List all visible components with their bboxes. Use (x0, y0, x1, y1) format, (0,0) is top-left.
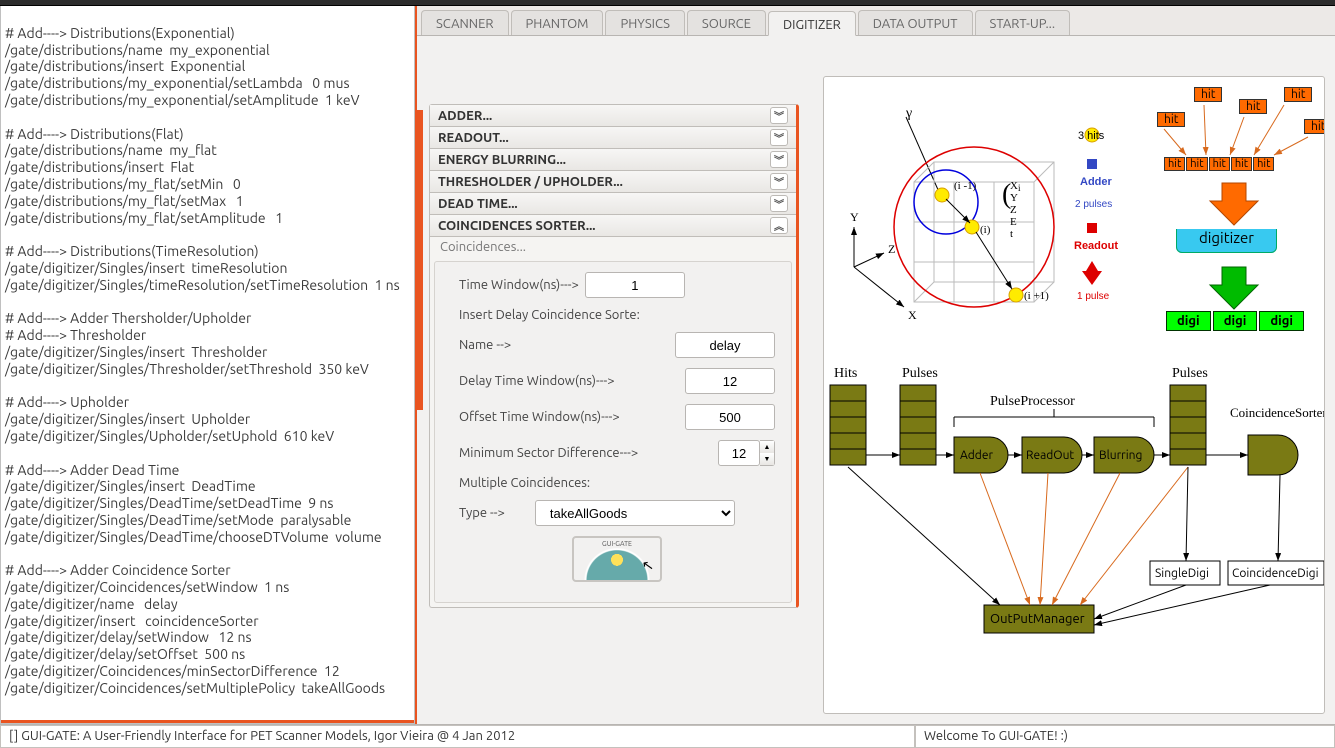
coincidences-panel: Time Window(ns)---> Insert Delay Coincid… (434, 261, 792, 603)
chevron-down-icon: ︾ (770, 151, 788, 168)
accordion-header[interactable]: DEAD TIME... ︾ (430, 193, 796, 215)
svg-text:PulseProcessor: PulseProcessor (990, 394, 1075, 409)
status-bar: [] GUI-GATE: A User-Friendly Interface f… (0, 724, 1335, 748)
hit-box: hit (1157, 112, 1185, 127)
svg-text:Readout: Readout (1074, 240, 1118, 252)
main-tabs: SCANNERPHANTOMPHYSICSSOURCEDIGITIZERDATA… (417, 6, 1335, 36)
hit-box: hit (1209, 157, 1230, 171)
hit-box: hit (1164, 157, 1185, 171)
insert-delay-label: Insert Delay Coincidence Sorte: (459, 308, 640, 322)
time-window-label: Time Window(ns)---> (459, 278, 579, 292)
chevron-down-icon: ︾ (770, 107, 788, 124)
offset-window-label: Offset Time Window(ns)---> (459, 410, 620, 424)
hit-box: hit (1284, 87, 1312, 102)
time-window-input[interactable] (585, 272, 685, 298)
hit-box: hit (1239, 99, 1267, 114)
svg-text:i: i (1018, 183, 1021, 193)
code-text: # Add----> Distributions(Exponential) /g… (5, 25, 400, 696)
svg-text:Adder: Adder (1080, 176, 1113, 188)
svg-text:1 pulse: 1 pulse (1077, 291, 1110, 302)
digitizer-box: digitizer (1176, 229, 1277, 253)
gamma-label: γ (905, 106, 912, 121)
accordion-label: ENERGY BLURRING... (438, 153, 566, 167)
svg-text:t: t (1010, 228, 1013, 240)
accordion-header[interactable]: ENERGY BLURRING... ︾ (430, 149, 796, 171)
status-left: [] GUI-GATE: A User-Friendly Interface f… (0, 725, 915, 748)
accordion-label: ADDER... (438, 109, 492, 123)
svg-text:OutPutManager: OutPutManager (990, 612, 1085, 626)
svg-text:(i -1): (i -1) (954, 180, 977, 192)
offset-window-input[interactable] (685, 404, 775, 430)
digi-box: digi (1213, 311, 1258, 331)
chevron-down-icon: ︾ (770, 195, 788, 212)
type-select[interactable]: takeAllGoods (535, 500, 735, 526)
accordion-label: DEAD TIME... (438, 197, 518, 211)
name-input[interactable] (675, 332, 775, 358)
digitizer-accordion: ADDER...︾READOUT...︾ENERGY BLURRING...︾T… (429, 104, 799, 608)
svg-text:X: X (1010, 180, 1018, 192)
name-label: Name --> (459, 338, 511, 352)
svg-text:X: X (908, 308, 917, 322)
tab-phantom[interactable]: PHANTOM (511, 10, 604, 35)
hit-box: hit (1231, 157, 1252, 171)
type-label: Type --> (459, 506, 505, 520)
svg-text:Pulses: Pulses (902, 366, 938, 381)
svg-text:SingleDigi: SingleDigi (1155, 567, 1209, 580)
tab-source[interactable]: SOURCE (687, 10, 766, 35)
macro-code-panel[interactable]: # Add----> Distributions(Exponential) /g… (0, 6, 415, 724)
svg-text:CoincidenceSorter: CoincidenceSorter (1230, 405, 1324, 420)
accordion-label: THRESHOLDER / UPHOLDER... (438, 175, 623, 189)
svg-text:Z: Z (1010, 204, 1017, 216)
svg-text:(i +1): (i +1) (1024, 290, 1049, 302)
hit-box: hit (1186, 157, 1207, 171)
svg-text:Hits: Hits (834, 366, 857, 381)
svg-text:Z: Z (888, 242, 895, 256)
tab-start-up-[interactable]: START-UP... (975, 10, 1071, 35)
min-sector-label: Minimum Sector Difference---> (459, 446, 638, 460)
digi-box: digi (1259, 311, 1304, 331)
tab-digitizer[interactable]: DIGITIZER (768, 11, 856, 36)
cursor-icon: ↖ (641, 556, 656, 575)
chevron-down-icon: ︾ (770, 129, 788, 146)
svg-text:Adder: Adder (960, 449, 993, 462)
run-gui-gate-button[interactable]: ↖ (572, 536, 662, 582)
svg-text:2 pulses: 2 pulses (1075, 199, 1112, 210)
svg-text:Pulses: Pulses (1172, 366, 1208, 381)
delay-window-input[interactable] (685, 368, 775, 394)
hit-box: hit (1304, 119, 1324, 134)
accordion-header[interactable]: ADDER... ︾ (430, 105, 796, 127)
svg-text:CoincidenceDigi: CoincidenceDigi (1232, 567, 1319, 580)
svg-text:E: E (1010, 216, 1017, 228)
delay-window-label: Delay Time Window(ns)---> (459, 374, 615, 388)
min-sector-input[interactable] (718, 440, 760, 466)
digitizer-diagram: γ (823, 76, 1325, 714)
accordion-label: READOUT... (438, 131, 509, 145)
min-sector-up[interactable]: ▲ (760, 441, 774, 453)
chevron-up-icon: ︽ (770, 217, 788, 234)
svg-text:Y: Y (850, 210, 859, 224)
status-right: Welcome To GUI-GATE! :) (915, 725, 1335, 748)
accordion-label: COINCIDENCES SORTER... (438, 219, 596, 233)
multiple-label: Multiple Coincidences: (459, 476, 590, 490)
accordion-header[interactable]: COINCIDENCES SORTER... ︽ (430, 215, 796, 237)
min-sector-down[interactable]: ▼ (760, 453, 774, 465)
digi-box: digi (1166, 311, 1211, 331)
svg-text:Blurring: Blurring (1099, 449, 1142, 462)
svg-text:Y: Y (1010, 192, 1018, 204)
chevron-down-icon: ︾ (770, 173, 788, 190)
tab-scanner[interactable]: SCANNER (421, 10, 509, 35)
svg-text:3 hits: 3 hits (1078, 130, 1105, 142)
hit-box: hit (1194, 87, 1222, 102)
tab-physics[interactable]: PHYSICS (605, 10, 684, 35)
accordion-header[interactable]: THRESHOLDER / UPHOLDER... ︾ (430, 171, 796, 193)
coincidences-subtitle: Coincidences... (430, 237, 796, 257)
svg-text:ReadOut: ReadOut (1026, 449, 1074, 462)
hit-box: hit (1253, 157, 1274, 171)
accordion-header[interactable]: READOUT... ︾ (430, 127, 796, 149)
tab-data-output[interactable]: DATA OUTPUT (858, 10, 973, 35)
svg-text:(i): (i) (980, 224, 991, 236)
